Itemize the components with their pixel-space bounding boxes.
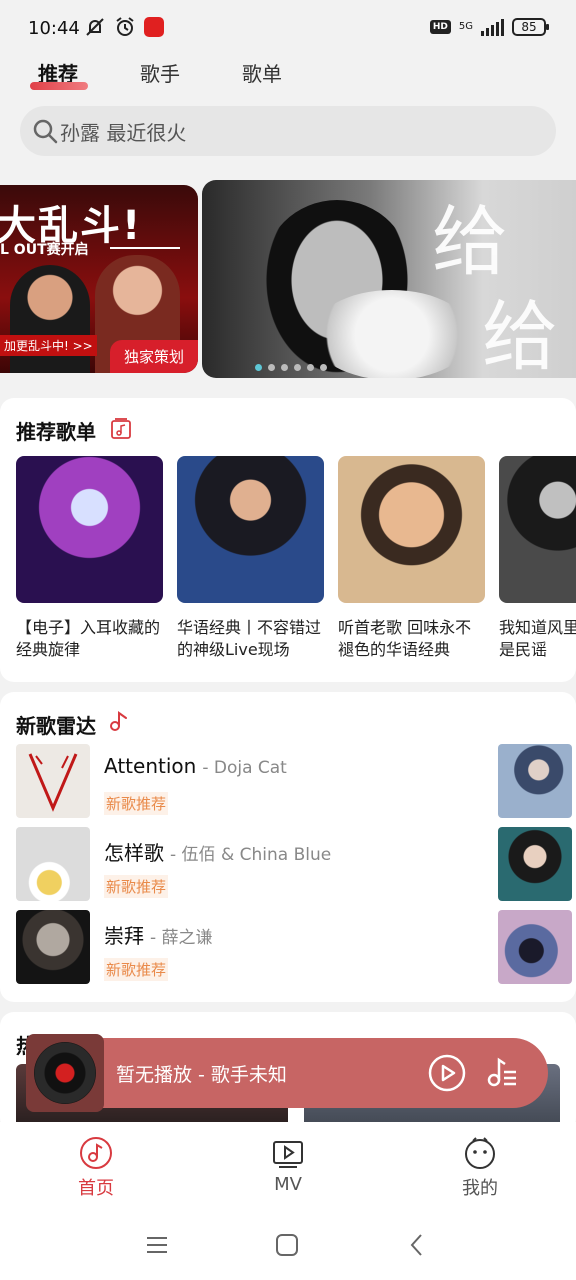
song-cover <box>16 827 90 901</box>
playlist-title: 【电子】入耳收藏的经典旋律 <box>16 618 161 659</box>
pagination-dot <box>268 364 275 371</box>
song-title-line: 崇拜 - 薛之谦 <box>104 920 213 949</box>
bottom-navigation: 首页 MV 我的 <box>0 1122 576 1212</box>
signal-icon <box>481 18 504 36</box>
banner-link-text: 加更乱斗中! >> <box>0 335 97 356</box>
playlist-icon <box>111 418 131 439</box>
pagination-dot <box>255 364 262 371</box>
song-artist: - 薛之谦 <box>150 928 213 948</box>
new-songs-section: 新歌雷达 Attention - Doja Cat 新歌推荐 怎样歌 - 伍佰 & … <box>0 692 576 1002</box>
banner-decor <box>312 290 472 378</box>
network-type: 5G <box>458 21 473 32</box>
playlist-cover <box>177 456 324 603</box>
battery-indicator: 85 <box>512 18 549 36</box>
video-play-icon <box>273 1141 303 1168</box>
song-row[interactable]: Attention - Doja Cat 新歌推荐 <box>16 744 486 820</box>
playlist-cover <box>499 456 576 603</box>
banner-slide-current[interactable]: 给 给 <box>202 180 576 378</box>
search-placeholder: 孙露 最近很火 <box>60 120 187 145</box>
playlist-card[interactable]: 【电子】入耳收藏的经典旋律 <box>16 456 163 661</box>
pagination-dot <box>307 364 314 371</box>
alarm-icon <box>114 16 136 38</box>
song-title: 崇拜 <box>104 924 144 948</box>
netease-app-icon <box>144 17 164 37</box>
top-tabs: 推荐 歌手 歌单 <box>0 50 576 100</box>
nav-home[interactable]: 首页 <box>46 1136 146 1200</box>
profile-face-icon <box>465 1137 495 1169</box>
now-playing-text: 暂无播放 - 歌手未知 <box>116 1064 287 1086</box>
search-icon <box>33 119 58 144</box>
pagination-dot <box>294 364 301 371</box>
banner-calligraphy: 给 <box>432 197 508 286</box>
playlist-cover <box>16 456 163 603</box>
status-bar: 10:44 HD 5G 85 <box>0 0 576 52</box>
vinyl-record-icon <box>34 1042 96 1104</box>
song-title: Attention <box>104 754 197 778</box>
hd-icon: HD <box>429 20 451 34</box>
playlist-card[interactable]: 听首老歌 回味永不褪色的华语经典 <box>338 456 485 661</box>
album-disc <box>26 1034 104 1112</box>
new-song-tag: 新歌推荐 <box>104 958 169 981</box>
banner-carousel[interactable]: 大乱斗! L OUT赛开启 加更乱斗中! >> 独家策划 给 给 <box>0 180 576 380</box>
side-album-cover[interactable] <box>498 827 572 901</box>
nav-label: MV <box>274 1174 302 1195</box>
active-tab-indicator <box>30 82 88 90</box>
playlist-title: 我知道风里有诗,那正是民谣 <box>499 618 576 659</box>
nav-mine[interactable]: 我的 <box>430 1136 530 1200</box>
system-nav-bar <box>0 1212 576 1280</box>
playlist-queue-icon[interactable] <box>484 1054 520 1090</box>
pagination-dot <box>281 364 288 371</box>
song-row[interactable]: 怎样歌 - 伍佰 & China Blue 新歌推荐 <box>16 827 486 903</box>
mini-player[interactable]: 暂无播放 - 歌手未知 <box>26 1034 548 1112</box>
side-album-cover[interactable] <box>498 910 572 984</box>
music-note-icon <box>110 711 127 731</box>
mute-icon <box>84 16 106 38</box>
nav-mv[interactable]: MV <box>238 1136 338 1195</box>
song-artist: - 伍佰 & China Blue <box>170 845 332 865</box>
side-album-cover[interactable] <box>498 744 572 818</box>
song-cover <box>16 744 90 818</box>
new-song-tag: 新歌推荐 <box>104 875 169 898</box>
song-cover <box>16 910 90 984</box>
banner-calligraphy: 给 <box>482 292 558 378</box>
home-music-icon <box>80 1137 112 1169</box>
playlist-cover <box>338 456 485 603</box>
song-title: 怎样歌 <box>104 841 164 865</box>
tab-singers[interactable]: 歌手 <box>140 58 180 87</box>
nav-label: 我的 <box>462 1178 498 1199</box>
banner-slide-prev[interactable]: 大乱斗! L OUT赛开启 加更乱斗中! >> 独家策划 <box>0 185 198 373</box>
section-title: 推荐歌单 <box>16 420 96 444</box>
recommended-playlists-section: 推荐歌单 【电子】入耳收藏的经典旋律 华语经典丨不容错过的神级Live现场 听首… <box>0 398 576 682</box>
back-icon[interactable] <box>404 1232 430 1258</box>
section-title: 新歌雷达 <box>16 714 96 738</box>
song-title-line: 怎样歌 - 伍佰 & China Blue <box>104 837 331 866</box>
tab-playlists[interactable]: 歌单 <box>242 58 282 87</box>
banner-divider <box>110 247 180 249</box>
playlist-title: 听首老歌 回味永不褪色的华语经典 <box>338 618 472 659</box>
pagination-dot <box>320 364 327 371</box>
menu-icon[interactable] <box>144 1232 170 1258</box>
banner-pagination <box>255 364 327 371</box>
banner-person-image <box>10 265 90 373</box>
song-row[interactable]: 崇拜 - 薛之谦 新歌推荐 <box>16 910 486 986</box>
status-time: 10:44 <box>28 18 80 39</box>
home-button-icon[interactable] <box>274 1232 300 1258</box>
search-bar[interactable]: 孙露 最近很火 <box>20 106 556 156</box>
playlist-card[interactable]: 华语经典丨不容错过的神级Live现场 <box>177 456 324 661</box>
song-title-line: Attention - Doja Cat <box>104 754 287 778</box>
nav-label: 首页 <box>78 1178 114 1199</box>
banner-tag: 独家策划 <box>109 340 198 373</box>
playlist-title: 华语经典丨不容错过的神级Live现场 <box>177 618 322 659</box>
play-button[interactable] <box>428 1054 466 1092</box>
new-song-tag: 新歌推荐 <box>104 792 169 815</box>
song-artist: - Doja Cat <box>202 758 287 778</box>
playlist-card[interactable]: 我知道风里有诗,那正是民谣 <box>499 456 576 661</box>
banner-subline: L OUT赛开启 <box>0 242 89 258</box>
